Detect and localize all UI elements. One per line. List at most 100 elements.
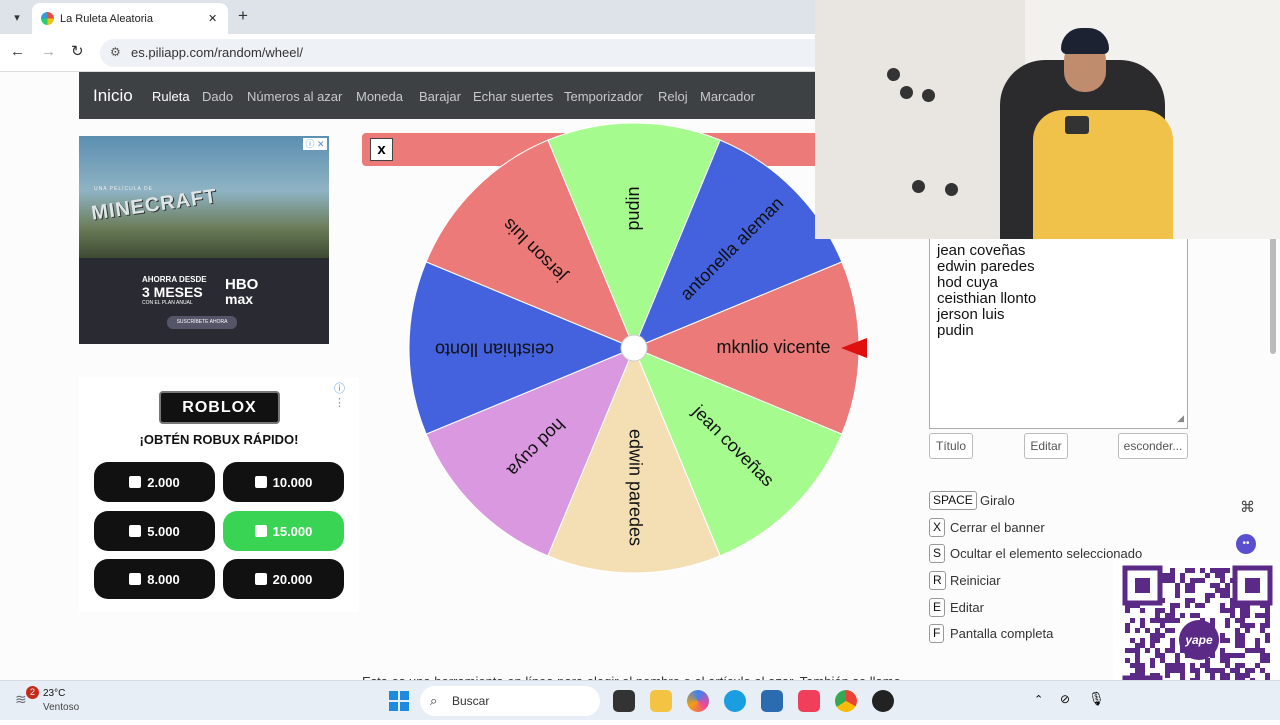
url-text: es.piliapp.com/random/wheel/ [131,45,303,60]
name-line: edwin paredes [937,258,1035,275]
robux-option-10000[interactable]: 10.000 [223,462,344,502]
ad-info-icon[interactable]: ⓘ ✕ [303,138,327,150]
roblox-logo: ROBLOX [159,391,280,424]
command-icon[interactable]: ⌘ [1240,498,1255,516]
checkbox-icon [254,525,267,537]
yape-logo: yape [1179,620,1219,660]
checkbox-icon [129,525,142,537]
shortcut-key: S [929,544,946,563]
tab-list-chevron-icon[interactable]: ▾ [8,9,26,27]
wheel-segment-label: edwin paredes [625,429,645,546]
nav-item-ruleta[interactable]: Ruleta [152,89,190,104]
chrome-icon[interactable] [835,690,857,712]
weather-temp: 23°C [43,688,66,699]
name-line: jean coveñas [937,242,1026,259]
robux-option-label: 15.000 [272,523,313,539]
robux-option-2000[interactable]: 2.000 [94,462,215,502]
site-favicon-icon [41,12,54,25]
name-line: hod cuya [937,274,998,291]
network-icon[interactable]: ⊘ [1060,692,1070,706]
ad-headline: ¡OBTÉN ROBUX RÁPIDO! [139,432,299,447]
robux-option-8000[interactable]: 8.000 [94,559,215,599]
name-line: ceisthian llonto [937,290,1037,307]
names-textarea[interactable]: jean coveñas edwin paredes hod cuya ceis… [929,238,1188,429]
phone [1065,116,1089,134]
name-line: jerson luis [937,306,1005,323]
reload-icon[interactable]: ↻ [71,42,84,60]
browser-tab[interactable]: La Ruleta Aleatoria ✕ [32,3,228,34]
checkbox-icon [254,573,267,585]
spin-wheel[interactable]: pudin antonella alemanmknlio vicentejean … [402,44,872,584]
hide-button[interactable]: esconder... [1118,433,1188,459]
robux-option-label: 10.000 [272,474,313,490]
wheel-segment-label: mknlio vicente [716,337,830,357]
search-placeholder: Buscar [452,694,490,708]
wheel-segment-label: ceisthian llonto [435,339,554,359]
tab-title: La Ruleta Aleatoria [60,13,153,25]
shortcut-key: SPACE [929,491,977,510]
copilot-icon[interactable] [687,690,709,712]
ad-roblox[interactable]: ⓘ ⋮ ROBLOX ¡OBTÉN ROBUX RÁPIDO! 2.000 10… [79,377,359,612]
max-logo: max [225,291,254,307]
wheel-segment-label: pudin [623,186,643,230]
store-icon[interactable] [761,690,783,712]
wall-sticker [945,183,958,196]
banner-close-button[interactable]: x [370,138,393,161]
taskbar: ≋ 2 23°C Ventoso ⌕ Buscar ⌃ ⊘ 🎙 [0,680,1280,720]
wheel-center-hub[interactable] [620,334,648,362]
ad-promo-panel [79,258,329,344]
ad-hbo-max[interactable]: UNA PELÍCULA DE MINECRAFT AHORRA DESDE 3… [79,136,329,344]
shortcut-desc: Giralo [980,493,1015,508]
microphone-icon[interactable]: 🎙 [1088,691,1105,707]
checkbox-icon [129,476,142,488]
checkbox-icon [129,573,142,585]
weather-badge: 2 [26,686,39,699]
obs-icon[interactable] [872,690,894,712]
ad-subtitle: UNA PELÍCULA DE [94,186,153,192]
tab-close-icon[interactable]: ✕ [208,12,217,25]
robux-option-label: 20.000 [272,571,313,587]
windows-start-icon[interactable] [389,691,409,711]
shortcut-desc: Pantalla completa [950,626,1054,641]
wall-sticker [922,89,935,102]
nav-brand[interactable]: Inicio [93,86,133,106]
robux-option-20000[interactable]: 20.000 [223,559,344,599]
wall-sticker [900,86,913,99]
new-tab-button[interactable]: + [238,6,248,26]
ad-promo-line3: CON EL PLAN ANUAL [142,300,193,306]
back-icon[interactable]: ← [10,43,25,60]
shortcut-desc: Cerrar el banner [950,520,1045,535]
wall-sticker [887,68,900,81]
ad-cta-button[interactable]: SUSCRÍBETE AHORA [167,316,237,329]
robux-option-label: 8.000 [147,571,180,587]
ad-info-icon[interactable]: ⓘ ⋮ [334,380,359,409]
shortcut-key: E [929,598,946,617]
webcam-overlay [815,0,1280,239]
person-cap [1061,28,1109,54]
wall-sticker [912,180,925,193]
assistant-icon[interactable]: •• [1236,534,1256,554]
nav-item-numeros[interactable]: Números al azar [247,89,342,104]
tray-chevron-icon[interactable]: ⌃ [1034,693,1043,706]
resize-grip-icon[interactable]: ◢ [1177,410,1184,426]
file-explorer-icon[interactable] [650,690,672,712]
robux-option-5000[interactable]: 5.000 [94,511,215,551]
title-button[interactable]: Título [929,433,973,459]
taskbar-search[interactable]: ⌕ Buscar [420,686,600,716]
robux-option-15000[interactable]: 15.000 [223,511,344,551]
name-line: pudin [937,322,974,339]
nav-item-dado[interactable]: Dado [202,89,233,104]
edge-icon[interactable] [724,690,746,712]
robux-option-label: 5.000 [147,523,180,539]
person-shirt [1033,110,1173,239]
shortcut-desc: Reiniciar [950,573,1001,588]
forward-icon[interactable]: → [41,43,56,60]
ad-promo-line1: AHORRA DESDE [142,275,207,284]
nav-item-moneda[interactable]: Moneda [356,89,403,104]
site-info-icon[interactable]: ⚙ [110,45,121,59]
music-icon[interactable] [798,690,820,712]
checkbox-icon [254,476,267,488]
edit-button[interactable]: Editar [1024,433,1068,459]
shortcut-desc: Editar [950,600,984,615]
task-view-icon[interactable] [613,690,635,712]
